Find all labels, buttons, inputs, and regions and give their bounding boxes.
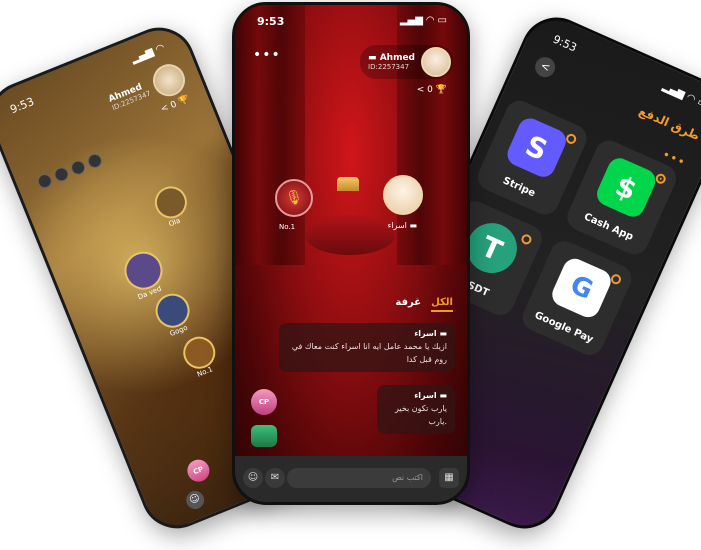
seat-avatar[interactable] xyxy=(383,175,423,215)
gift-button[interactable]: ✉ xyxy=(265,468,285,488)
back-button[interactable]: < xyxy=(531,53,559,81)
center-phone: 9:53 ▂▄▆ ◠ ▭ ••• ▬ Ahmed ID:2257347 < 0 … xyxy=(232,2,470,505)
trophy-count: 0 xyxy=(427,85,433,95)
signal-icon: ▂▄▆ ◠ ▭ xyxy=(660,81,701,111)
status-time: 9:53 xyxy=(8,94,37,117)
radio-button[interactable] xyxy=(564,132,578,146)
gift-icon: ✉ xyxy=(270,472,280,483)
cp-badge[interactable]: CP xyxy=(251,389,277,415)
flag-icon: ▬ xyxy=(368,53,377,63)
menu-grid-button[interactable]: ▦ xyxy=(439,468,459,488)
trophy-icon: 🏆 xyxy=(435,85,447,95)
emoji-icon: ☺ xyxy=(247,472,259,483)
gift-chest-icon[interactable] xyxy=(251,425,277,447)
user-header[interactable]: ▬ Ahmed ID:2257347 xyxy=(360,45,453,79)
sender-name: اسراء xyxy=(414,391,437,400)
seat-label: No.1 xyxy=(279,223,296,231)
message-input[interactable]: اكتب نص xyxy=(287,468,431,488)
trophy-counter[interactable]: < 0 🏆 xyxy=(417,85,447,95)
trophy-icon: 🏆 xyxy=(177,94,192,108)
room-icons xyxy=(35,151,104,191)
radio-button[interactable] xyxy=(609,272,623,286)
seat-avatar[interactable] xyxy=(150,181,192,224)
user-name: ▬ Ahmed xyxy=(368,53,415,63)
grid-icon: ▦ xyxy=(444,472,454,483)
googlepay-icon: G xyxy=(548,254,615,321)
seat-avatar[interactable] xyxy=(178,331,221,374)
chat-tabs: غرفة الكل xyxy=(395,297,453,312)
more-icon[interactable]: ••• xyxy=(253,47,281,63)
sender-name: اسراء xyxy=(414,329,437,338)
seat-avatar[interactable] xyxy=(150,288,195,333)
microphone-icon: 🎙 xyxy=(285,190,303,206)
flag-icon: ▬ xyxy=(439,391,447,400)
status-time: 9:53 xyxy=(257,15,285,28)
tab-all[interactable]: الكل xyxy=(431,297,453,312)
status-time: 9:53 xyxy=(550,32,579,55)
page-title: طرق الدفع xyxy=(636,103,701,144)
room-icon[interactable] xyxy=(85,151,104,171)
emoji-icon[interactable]: ☺ xyxy=(183,488,207,512)
cp-badge[interactable]: CP xyxy=(184,456,213,485)
flag-icon: ▬ xyxy=(439,329,447,338)
trophy-count: 0 xyxy=(169,99,179,111)
chat-message: اسراء ▬ يارب تكون بخير يارب. xyxy=(377,385,455,434)
chevron-left-icon: < xyxy=(416,85,425,95)
input-bar: ☺ ✉ اكتب نص ▦ xyxy=(235,456,467,502)
table-decoration xyxy=(305,215,395,255)
lamp-decoration xyxy=(337,177,359,191)
chat-message: اسراء ▬ ازيك يا محمد عامل ايه انا اسراء … xyxy=(279,323,455,372)
seat-label: اسراء ▬ xyxy=(387,221,417,230)
chevron-left-icon: < xyxy=(159,102,171,115)
room-icon[interactable] xyxy=(68,158,88,177)
message-text: يارب تكون بخير يارب. xyxy=(394,404,447,426)
room-icon[interactable] xyxy=(52,165,71,184)
signal-icon: ▂▄▆ ◠ xyxy=(129,42,167,66)
emoji-button[interactable]: ☺ xyxy=(243,468,263,488)
room-icon[interactable] xyxy=(35,172,54,191)
radio-button-selected[interactable] xyxy=(654,172,668,186)
flag-icon: ▬ xyxy=(409,221,417,230)
signal-icon: ▂▄▆ ◠ ▭ xyxy=(399,15,447,26)
user-id: ID:2257347 xyxy=(368,63,410,71)
avatar[interactable] xyxy=(421,47,451,77)
stripe-icon: S xyxy=(503,114,570,181)
cashapp-icon: $ xyxy=(593,154,660,221)
mic-seat[interactable]: 🎙 xyxy=(275,179,313,217)
message-text: ازيك يا محمد عامل ايه انا اسراء كنت معاك… xyxy=(291,342,447,364)
tab-room[interactable]: غرفة xyxy=(395,297,421,312)
radio-button[interactable] xyxy=(519,232,534,246)
status-bar: 9:53 ▂▄▆ ◠ ▭ xyxy=(534,23,701,111)
